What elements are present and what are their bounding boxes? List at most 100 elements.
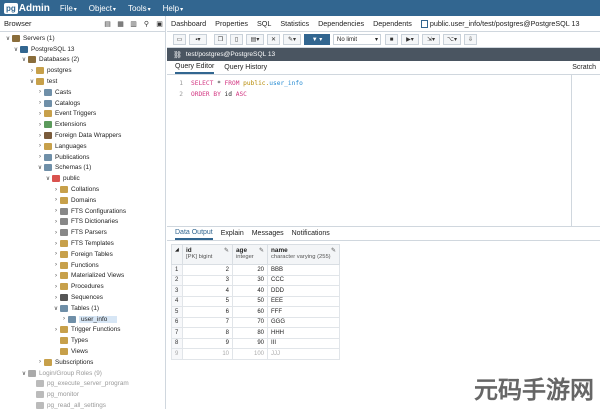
tree-node[interactable]: pg_monitor — [0, 389, 165, 400]
chevron-right-icon[interactable]: › — [36, 133, 44, 139]
tree-node[interactable]: ∨ test — [0, 76, 165, 87]
stop-icon[interactable]: ■ — [385, 34, 398, 45]
chevron-down-icon[interactable]: ∨ — [20, 370, 28, 377]
open-folder-icon[interactable]: ▭ — [173, 34, 186, 45]
tab-properties[interactable]: Properties — [215, 19, 248, 28]
tab-dashboard[interactable]: Dashboard — [171, 19, 206, 28]
tree-node[interactable]: ∨ public — [0, 173, 165, 184]
database-icon[interactable]: ▤ — [102, 18, 113, 29]
chevron-down-icon[interactable]: ∨ — [20, 56, 28, 63]
tree-node[interactable]: › postgres — [0, 65, 165, 76]
tree-node[interactable]: ∨ Servers (1) — [0, 33, 165, 44]
chevron-right-icon[interactable]: › — [52, 197, 60, 203]
tree-node[interactable]: › FTS Configurations — [0, 206, 165, 217]
tree-node[interactable]: › Sequences — [0, 292, 165, 303]
cell-id[interactable]: 4 — [182, 285, 233, 297]
chevron-down-icon[interactable]: ∨ — [28, 78, 36, 85]
chevron-right-icon[interactable]: › — [28, 68, 36, 74]
tree-node[interactable]: ∨ Databases (2) — [0, 55, 165, 66]
cell-id[interactable]: 3 — [182, 274, 233, 286]
cell-age[interactable]: 40 — [232, 285, 268, 297]
tree-node[interactable]: › Event Triggers — [0, 109, 165, 120]
tree-node[interactable]: › Languages — [0, 141, 165, 152]
tree-node[interactable]: › FTS Parsers — [0, 227, 165, 238]
chevron-right-icon[interactable]: › — [36, 143, 44, 149]
chevron-right-icon[interactable]: › — [36, 100, 44, 106]
cell-age[interactable]: 20 — [232, 264, 268, 276]
chevron-right-icon[interactable]: › — [52, 262, 60, 268]
chevron-right-icon[interactable]: › — [52, 208, 60, 214]
tree-node[interactable]: › Catalogs — [0, 98, 165, 109]
cell-age[interactable]: 50 — [232, 295, 268, 307]
tree-node[interactable]: › Collations — [0, 184, 165, 195]
save-icon[interactable]: ▪▾ — [189, 34, 207, 45]
tree-node[interactable]: › FTS Dictionaries — [0, 217, 165, 228]
cell-id[interactable]: 5 — [182, 295, 233, 307]
tab-query-history[interactable]: Query History — [224, 62, 267, 73]
copy-icon[interactable]: ❐ — [214, 34, 227, 45]
cell-age[interactable]: 60 — [232, 306, 268, 318]
chevron-right-icon[interactable]: › — [52, 295, 60, 301]
tree-node[interactable]: ∨ Schemas (1) — [0, 163, 165, 174]
chevron-right-icon[interactable]: › — [52, 219, 60, 225]
chevron-right-icon[interactable]: › — [52, 241, 60, 247]
cell-name[interactable]: DDD — [267, 285, 340, 297]
tree-node[interactable]: › Publications — [0, 152, 165, 163]
chevron-right-icon[interactable]: › — [36, 89, 44, 95]
table-row[interactable]: 8 9 90 III — [171, 337, 340, 349]
cell-id[interactable]: 2 — [182, 264, 233, 276]
tree-node[interactable]: › Domains — [0, 195, 165, 206]
paste-icon[interactable]: ▯ — [230, 34, 243, 45]
cell-id[interactable]: 10 — [182, 348, 233, 360]
menu-help[interactable]: Help▾ — [163, 4, 183, 13]
chevron-right-icon[interactable]: › — [60, 316, 68, 322]
chevron-down-icon[interactable]: ∨ — [4, 35, 12, 42]
cell-age[interactable]: 70 — [232, 316, 268, 328]
connection-bar[interactable]: ⛓ test/postgres@PostgreSQL 13 — [167, 48, 600, 61]
tree-node[interactable]: › Foreign Data Wrappers — [0, 130, 165, 141]
menu-file[interactable]: File▾ — [60, 4, 77, 13]
chevron-down-icon[interactable]: ∨ — [36, 164, 44, 171]
menu-object[interactable]: Object▾ — [89, 4, 116, 13]
cell-name[interactable]: JJJ — [267, 348, 340, 360]
cell-name[interactable]: HHH — [267, 327, 340, 339]
limit-select[interactable]: No limit ▾ — [333, 34, 381, 45]
tree-node[interactable]: ∨ Login/Group Roles (9) — [0, 368, 165, 379]
cell-age[interactable]: 30 — [232, 274, 268, 286]
cell-name[interactable]: III — [267, 337, 340, 349]
grid-icon[interactable]: ▥ — [128, 18, 139, 29]
cell-id[interactable]: 6 — [182, 306, 233, 318]
execute-icon[interactable]: ▶▾ — [401, 34, 419, 45]
table-row[interactable]: 6 7 70 GGG — [171, 316, 340, 328]
tree-node[interactable]: › user_info — [0, 314, 165, 325]
tree-node[interactable]: › FTS Templates — [0, 238, 165, 249]
cell-age[interactable]: 100 — [232, 348, 268, 360]
cell-name[interactable]: BBB — [267, 264, 340, 276]
tree-node[interactable]: › Casts — [0, 87, 165, 98]
tab-data-output[interactable]: Data Output — [175, 227, 213, 240]
cell-id[interactable]: 9 — [182, 337, 233, 349]
table-row[interactable]: 5 6 60 FFF — [171, 306, 340, 318]
chevron-right-icon[interactable]: › — [52, 187, 60, 193]
cell-age[interactable]: 80 — [232, 327, 268, 339]
chevron-down-icon[interactable]: ∨ — [12, 46, 20, 53]
chevron-right-icon[interactable]: › — [52, 273, 60, 279]
table-row[interactable]: 7 8 80 HHH — [171, 327, 340, 339]
tab-messages[interactable]: Messages — [252, 228, 284, 239]
menu-tools[interactable]: Tools▾ — [128, 4, 151, 13]
table-icon[interactable]: ▦ — [115, 18, 126, 29]
filter-icon[interactable]: ▼ ▾ — [304, 34, 330, 45]
tab-statistics[interactable]: Statistics — [280, 19, 309, 28]
tree-node[interactable]: › Subscriptions — [0, 357, 165, 368]
cell-id[interactable]: 7 — [182, 316, 233, 328]
tab-dependencies[interactable]: Dependencies — [318, 19, 364, 28]
chevron-right-icon[interactable]: › — [36, 154, 44, 160]
tree-node[interactable]: pg_read_all_settings — [0, 400, 165, 409]
chevron-right-icon[interactable]: › — [52, 251, 60, 257]
table-row[interactable]: 3 4 40 DDD — [171, 285, 340, 297]
commit-icon[interactable]: ⌥▾ — [443, 34, 461, 45]
tree-node[interactable]: › Materialized Views — [0, 271, 165, 282]
scratch-pad-label[interactable]: Scratch — [572, 64, 596, 71]
tab-explain[interactable]: Explain — [221, 228, 244, 239]
tab-notifications[interactable]: Notifications — [292, 228, 330, 239]
